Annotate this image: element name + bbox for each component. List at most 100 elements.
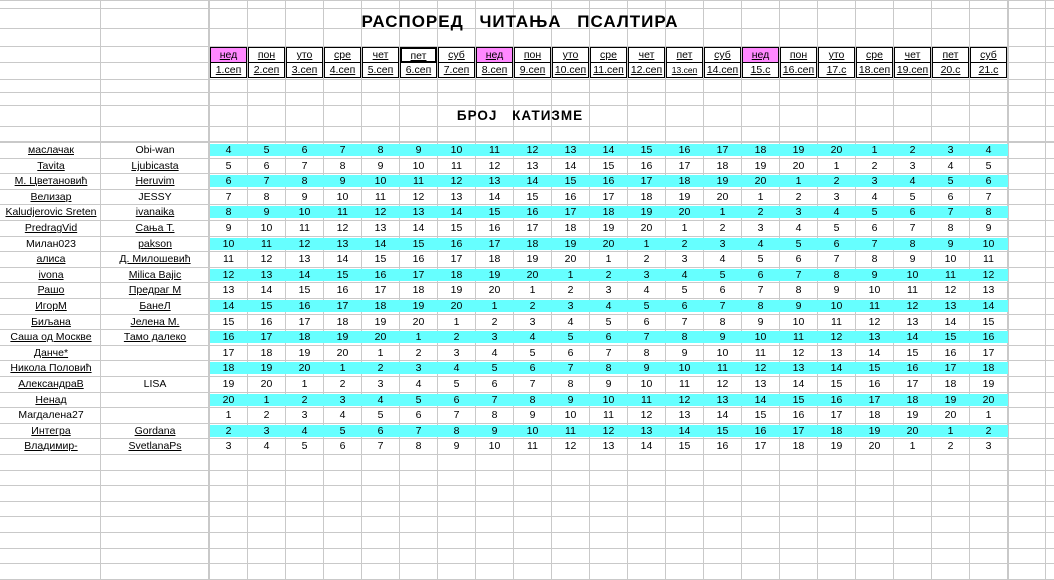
kathisma-number[interactable]: 19 xyxy=(932,393,969,407)
partner-name[interactable]: Предраг М xyxy=(102,283,208,297)
kathisma-number[interactable]: 19 xyxy=(438,283,475,297)
kathisma-number[interactable]: 16 xyxy=(780,408,817,422)
kathisma-number[interactable]: 16 xyxy=(628,159,665,173)
reader-name[interactable]: маслачак xyxy=(2,143,100,157)
kathisma-number[interactable]: 13 xyxy=(742,377,779,391)
date-cell[interactable]: 21.с xyxy=(970,62,1007,78)
kathisma-number[interactable]: 2 xyxy=(248,408,285,422)
weekday-cell[interactable]: пет xyxy=(932,47,969,63)
kathisma-number[interactable]: 7 xyxy=(818,252,855,266)
kathisma-number[interactable]: 4 xyxy=(704,252,741,266)
kathisma-number[interactable]: 19 xyxy=(552,237,589,251)
kathisma-number[interactable]: 13 xyxy=(362,221,399,235)
kathisma-number[interactable]: 12 xyxy=(286,237,323,251)
kathisma-number[interactable]: 7 xyxy=(438,408,475,422)
reader-name[interactable]: ИгорМ xyxy=(2,299,100,313)
kathisma-number[interactable]: 17 xyxy=(210,346,247,360)
kathisma-number[interactable]: 14 xyxy=(818,361,855,375)
kathisma-number[interactable]: 6 xyxy=(970,174,1007,188)
kathisma-number[interactable]: 3 xyxy=(704,237,741,251)
kathisma-number[interactable]: 5 xyxy=(438,377,475,391)
kathisma-number[interactable]: 9 xyxy=(514,408,551,422)
kathisma-number[interactable]: 17 xyxy=(742,439,779,453)
reader-name[interactable]: Владимир- xyxy=(2,439,100,453)
kathisma-number[interactable]: 8 xyxy=(818,268,855,282)
kathisma-number[interactable]: 1 xyxy=(970,408,1007,422)
kathisma-number[interactable]: 18 xyxy=(362,299,399,313)
kathisma-number[interactable]: 6 xyxy=(780,252,817,266)
reader-name[interactable]: Ненад xyxy=(2,393,100,407)
kathisma-number[interactable]: 7 xyxy=(514,377,551,391)
kathisma-number[interactable]: 6 xyxy=(552,346,589,360)
kathisma-number[interactable]: 3 xyxy=(248,424,285,438)
date-cell[interactable]: 2.сеп xyxy=(248,62,285,78)
kathisma-number[interactable]: 17 xyxy=(780,424,817,438)
kathisma-number[interactable]: 7 xyxy=(970,190,1007,204)
kathisma-number[interactable]: 5 xyxy=(552,330,589,344)
kathisma-number[interactable]: 8 xyxy=(590,361,627,375)
kathisma-number[interactable]: 18 xyxy=(780,439,817,453)
kathisma-number[interactable]: 5 xyxy=(400,393,437,407)
kathisma-number[interactable]: 20 xyxy=(552,252,589,266)
weekday-cell[interactable]: уто xyxy=(818,47,855,63)
kathisma-number[interactable]: 3 xyxy=(780,205,817,219)
kathisma-number[interactable]: 14 xyxy=(742,393,779,407)
kathisma-number[interactable]: 13 xyxy=(970,283,1007,297)
kathisma-number[interactable]: 19 xyxy=(704,174,741,188)
kathisma-number[interactable]: 10 xyxy=(704,346,741,360)
kathisma-number[interactable]: 11 xyxy=(780,330,817,344)
kathisma-number[interactable]: 8 xyxy=(286,174,323,188)
kathisma-number[interactable]: 4 xyxy=(514,330,551,344)
kathisma-number[interactable]: 20 xyxy=(514,268,551,282)
kathisma-number[interactable]: 13 xyxy=(666,408,703,422)
kathisma-number[interactable]: 9 xyxy=(286,190,323,204)
weekday-cell[interactable]: пон xyxy=(248,47,285,63)
kathisma-number[interactable]: 15 xyxy=(400,237,437,251)
kathisma-number[interactable]: 5 xyxy=(286,439,323,453)
kathisma-number[interactable]: 15 xyxy=(476,205,513,219)
kathisma-number[interactable]: 1 xyxy=(286,377,323,391)
kathisma-number[interactable]: 11 xyxy=(476,143,513,157)
kathisma-number[interactable]: 10 xyxy=(476,439,513,453)
kathisma-number[interactable]: 18 xyxy=(932,377,969,391)
kathisma-number[interactable]: 2 xyxy=(400,346,437,360)
kathisma-number[interactable]: 13 xyxy=(248,268,285,282)
reader-name[interactable]: Данче* xyxy=(2,346,100,360)
kathisma-number[interactable]: 17 xyxy=(514,221,551,235)
kathisma-number[interactable]: 1 xyxy=(704,205,741,219)
kathisma-number[interactable]: 15 xyxy=(628,143,665,157)
reader-name[interactable]: Интегра xyxy=(2,424,100,438)
kathisma-number[interactable]: 16 xyxy=(400,252,437,266)
kathisma-number[interactable]: 10 xyxy=(970,237,1007,251)
kathisma-number[interactable]: 15 xyxy=(552,174,589,188)
kathisma-number[interactable]: 10 xyxy=(210,237,247,251)
kathisma-number[interactable]: 8 xyxy=(932,221,969,235)
kathisma-number[interactable]: 20 xyxy=(590,237,627,251)
kathisma-number[interactable]: 20 xyxy=(210,393,247,407)
kathisma-number[interactable]: 2 xyxy=(628,252,665,266)
kathisma-number[interactable]: 17 xyxy=(818,408,855,422)
kathisma-number[interactable]: 19 xyxy=(742,159,779,173)
kathisma-number[interactable]: 14 xyxy=(932,315,969,329)
kathisma-number[interactable]: 12 xyxy=(552,439,589,453)
kathisma-number[interactable]: 7 xyxy=(666,315,703,329)
kathisma-number[interactable]: 1 xyxy=(590,252,627,266)
kathisma-number[interactable]: 10 xyxy=(552,408,589,422)
kathisma-number[interactable]: 3 xyxy=(932,143,969,157)
kathisma-number[interactable]: 12 xyxy=(818,330,855,344)
kathisma-number[interactable]: 6 xyxy=(400,408,437,422)
kathisma-number[interactable]: 10 xyxy=(780,315,817,329)
kathisma-number[interactable]: 6 xyxy=(514,361,551,375)
kathisma-number[interactable]: 9 xyxy=(324,174,361,188)
kathisma-number[interactable]: 18 xyxy=(590,205,627,219)
kathisma-number[interactable]: 20 xyxy=(704,190,741,204)
kathisma-number[interactable]: 11 xyxy=(324,205,361,219)
kathisma-number[interactable]: 9 xyxy=(438,439,475,453)
kathisma-number[interactable]: 12 xyxy=(514,143,551,157)
date-cell[interactable]: 8.сеп xyxy=(476,62,513,78)
kathisma-number[interactable]: 9 xyxy=(400,143,437,157)
kathisma-number[interactable]: 16 xyxy=(438,237,475,251)
kathisma-number[interactable]: 5 xyxy=(704,268,741,282)
partner-name[interactable]: Heruvim xyxy=(102,174,208,188)
kathisma-number[interactable]: 3 xyxy=(286,408,323,422)
